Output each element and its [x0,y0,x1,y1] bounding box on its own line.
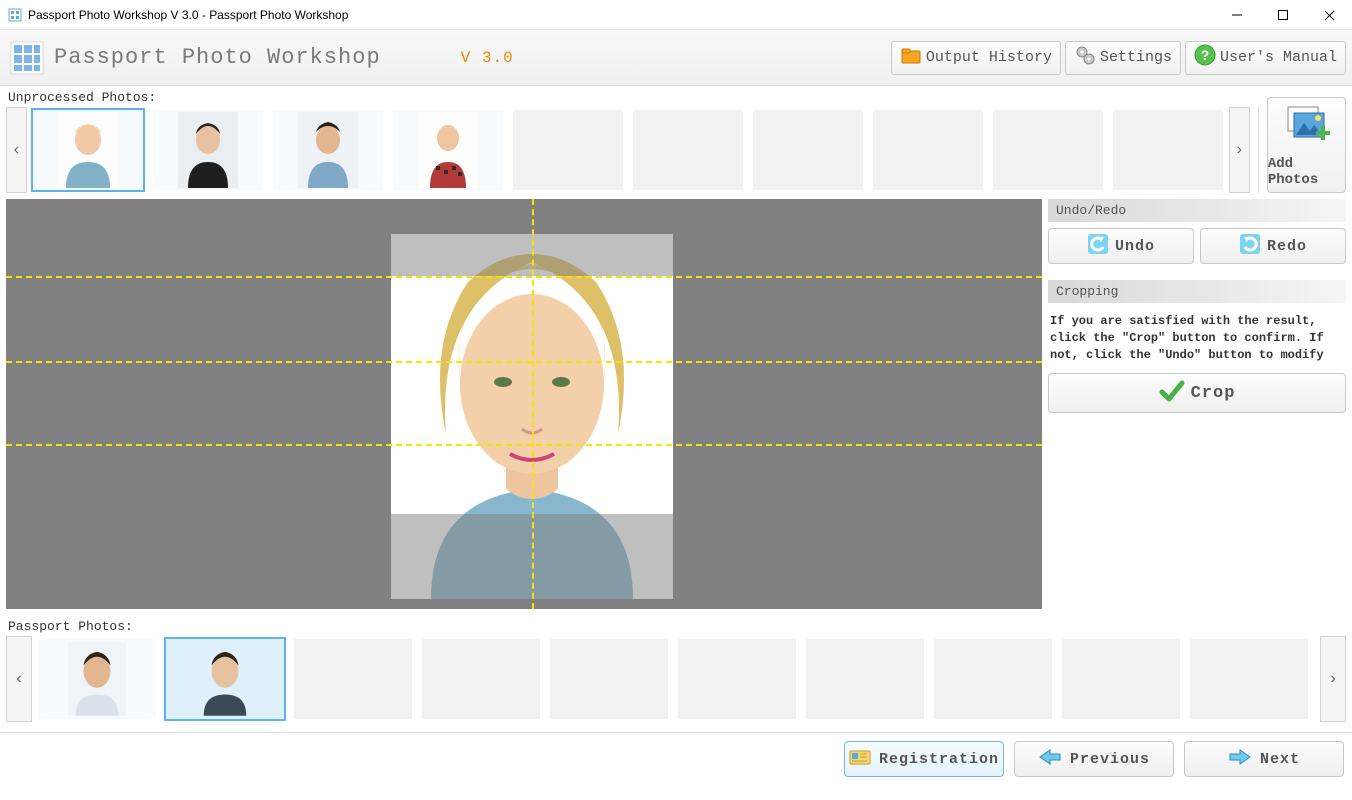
passport-photos-label: Passport Photos: [0,615,1352,636]
unprocessed-empty-slot [633,110,743,190]
redo-icon [1239,233,1261,260]
window-title: Passport Photo Workshop V 3.0 - Passport… [28,8,348,22]
passport-empty-slot [550,639,668,719]
passport-empty-slot [422,639,540,719]
brand-version: V 3.0 [461,49,514,67]
passport-thumb[interactable] [38,639,156,719]
redo-label: Redo [1267,238,1307,255]
unprocessed-thumb[interactable] [33,110,143,190]
unprocessed-thumb[interactable] [153,110,263,190]
right-panel: Undo/Redo Undo Redo Cropping If you are … [1048,199,1346,609]
folder-icon [900,44,922,71]
users-manual-label: User's Manual [1220,49,1337,66]
arrow-right-icon [1228,748,1252,771]
unprocessed-empty-slot [993,110,1103,190]
cropping-instructions: If you are satisfied with the result, cl… [1048,309,1346,367]
redo-button[interactable]: Redo [1200,228,1346,264]
registration-label: Registration [879,751,999,768]
crop-label: Crop [1191,384,1236,403]
guide-line [532,199,534,609]
passport-empty-slot [1062,639,1180,719]
unprocessed-scroll-left[interactable]: ‹ [6,107,27,193]
passport-empty-slot [294,639,412,719]
undo-icon [1087,233,1109,260]
svg-text:?: ? [1201,47,1210,63]
crop-button[interactable]: Crop [1048,373,1346,413]
unprocessed-empty-slot [753,110,863,190]
settings-button[interactable]: Settings [1065,41,1181,75]
help-icon: ? [1194,44,1216,71]
minimize-button[interactable] [1214,0,1260,30]
divider [1258,107,1259,193]
crop-canvas[interactable] [6,199,1042,609]
passport-thumb[interactable] [166,639,284,719]
registration-button[interactable]: Registration [844,741,1004,777]
previous-button[interactable]: Previous [1014,741,1174,777]
unprocessed-thumb[interactable] [273,110,383,190]
output-history-label: Output History [926,49,1052,66]
cropping-title: Cropping [1048,280,1346,303]
unprocessed-thumb[interactable] [393,110,503,190]
passport-empty-slot [1190,639,1308,719]
previous-label: Previous [1070,751,1150,768]
passport-scroll-left[interactable]: ‹ [6,636,32,722]
passport-empty-slot [806,639,924,719]
arrow-left-icon [1038,748,1062,771]
brand-title: Passport Photo Workshop [54,45,381,70]
app-icon [8,8,22,22]
maximize-button[interactable] [1260,0,1306,30]
unprocessed-empty-slot [513,110,623,190]
registration-icon [849,748,871,771]
passport-scroll-right[interactable]: › [1320,636,1346,722]
users-manual-button[interactable]: ? User's Manual [1185,41,1346,75]
unprocessed-empty-slot [1113,110,1223,190]
brand-icon [10,41,44,75]
undo-button[interactable]: Undo [1048,228,1194,264]
next-label: Next [1260,751,1300,768]
next-button[interactable]: Next [1184,741,1344,777]
guide-line [6,276,1042,278]
passport-empty-slot [934,639,1052,719]
unprocessed-scroll-right[interactable]: › [1229,107,1250,193]
output-history-button[interactable]: Output History [891,41,1061,75]
unprocessed-empty-slot [873,110,983,190]
guide-line [6,444,1042,446]
check-icon [1159,378,1185,409]
unprocessed-label: Unprocessed Photos: [0,86,1352,107]
close-button[interactable] [1306,0,1352,30]
window-titlebar: Passport Photo Workshop V 3.0 - Passport… [0,0,1352,30]
undo-redo-title: Undo/Redo [1048,199,1346,222]
undo-label: Undo [1115,238,1155,255]
settings-label: Settings [1100,49,1172,66]
passport-empty-slot [678,639,796,719]
app-header: Passport Photo Workshop V 3.0 Output His… [0,30,1352,86]
guide-line [6,361,1042,363]
gear-icon [1074,44,1096,71]
unprocessed-thumbs [33,107,1223,193]
passport-thumbs [38,636,1314,722]
add-photos-button[interactable]: Add Photos [1267,97,1346,193]
add-photos-icon [1282,103,1330,152]
add-photos-label: Add Photos [1268,156,1345,188]
